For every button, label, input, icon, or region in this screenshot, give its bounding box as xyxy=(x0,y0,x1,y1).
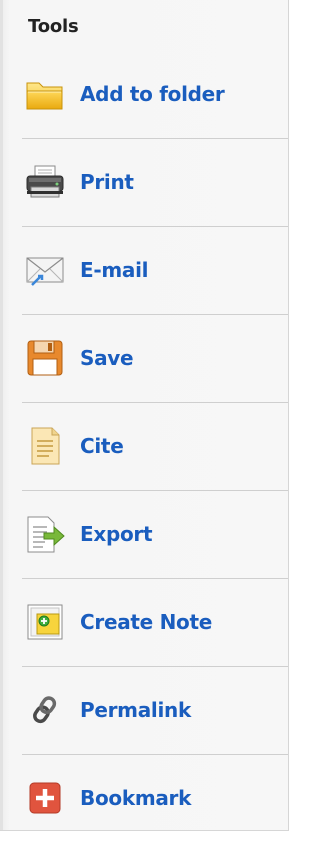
tool-item-label[interactable]: Create Note xyxy=(80,609,212,635)
tool-item-add-to-folder[interactable]: Add to folder xyxy=(0,51,288,139)
tool-item-email[interactable]: E-mail xyxy=(0,227,288,315)
tools-panel: Tools Add to folder Print E-mail Save Ci… xyxy=(0,0,289,831)
tool-item-bookmark[interactable]: Bookmark xyxy=(0,755,288,843)
note-icon xyxy=(24,601,66,643)
email-icon xyxy=(24,249,66,291)
tool-item-save[interactable]: Save xyxy=(0,315,288,403)
tool-item-cite[interactable]: Cite xyxy=(0,403,288,491)
tool-item-label[interactable]: Export xyxy=(80,521,153,547)
tool-item-create-note[interactable]: Create Note xyxy=(0,579,288,667)
cite-icon xyxy=(24,425,66,467)
tool-item-export[interactable]: Export xyxy=(0,491,288,579)
tool-item-label[interactable]: Save xyxy=(80,345,134,371)
folder-icon xyxy=(24,73,66,115)
link-icon xyxy=(24,689,66,731)
tools-title: Tools xyxy=(28,16,79,37)
tools-list: Add to folder Print E-mail Save Cite Exp… xyxy=(0,51,288,843)
tool-item-label[interactable]: Cite xyxy=(80,433,124,459)
tool-item-label[interactable]: Bookmark xyxy=(80,785,191,811)
tool-item-label[interactable]: Permalink xyxy=(80,697,191,723)
export-icon xyxy=(24,513,66,555)
tool-item-permalink[interactable]: Permalink xyxy=(0,667,288,755)
tool-item-print[interactable]: Print xyxy=(0,139,288,227)
tool-item-label[interactable]: Print xyxy=(80,169,134,195)
printer-icon xyxy=(24,161,66,203)
save-icon xyxy=(24,337,66,379)
tool-item-label[interactable]: E-mail xyxy=(80,257,149,283)
tool-item-label[interactable]: Add to folder xyxy=(80,81,225,107)
bookmark-icon xyxy=(24,777,66,819)
